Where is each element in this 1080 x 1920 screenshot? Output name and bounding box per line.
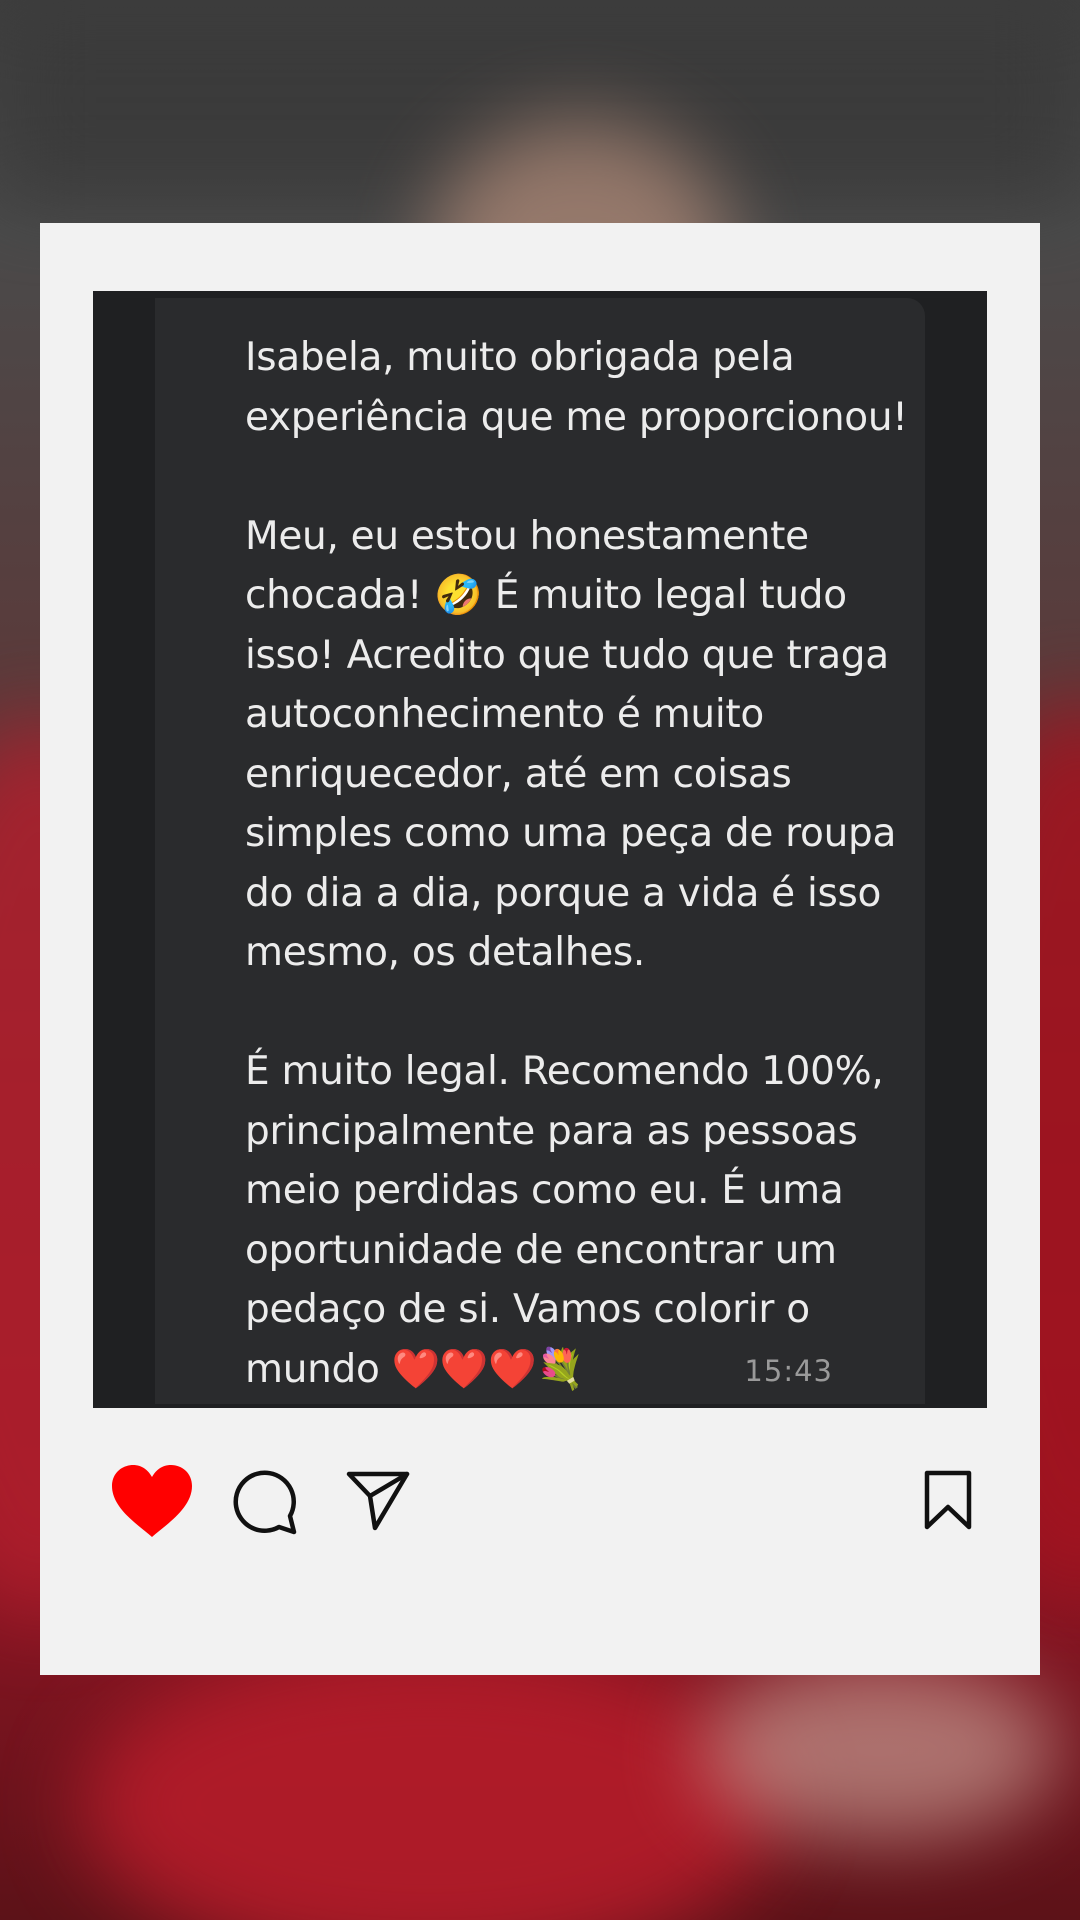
heart-icon [112, 1465, 192, 1537]
comment-button[interactable] [230, 1468, 300, 1538]
comment-icon [233, 1470, 297, 1535]
post-card: Isabela, muito obrigada pela experiência… [40, 223, 1040, 1675]
save-button[interactable] [923, 1469, 973, 1531]
message-timestamp: 15:43 [744, 1354, 833, 1388]
like-button[interactable] [110, 1463, 194, 1539]
bookmark-icon [924, 1470, 972, 1530]
message-bubble: Isabela, muito obrigada pela experiência… [155, 298, 925, 1404]
message-text: Isabela, muito obrigada pela experiência… [245, 335, 908, 1392]
share-button[interactable] [345, 1468, 411, 1532]
post-action-bar [40, 1463, 1040, 1563]
background-blur-light [700, 1660, 1060, 1840]
chat-screenshot: Isabela, muito obrigada pela experiência… [93, 291, 987, 1408]
paper-plane-icon [346, 1471, 410, 1531]
background-blur-red-bottom [80, 1640, 780, 1920]
